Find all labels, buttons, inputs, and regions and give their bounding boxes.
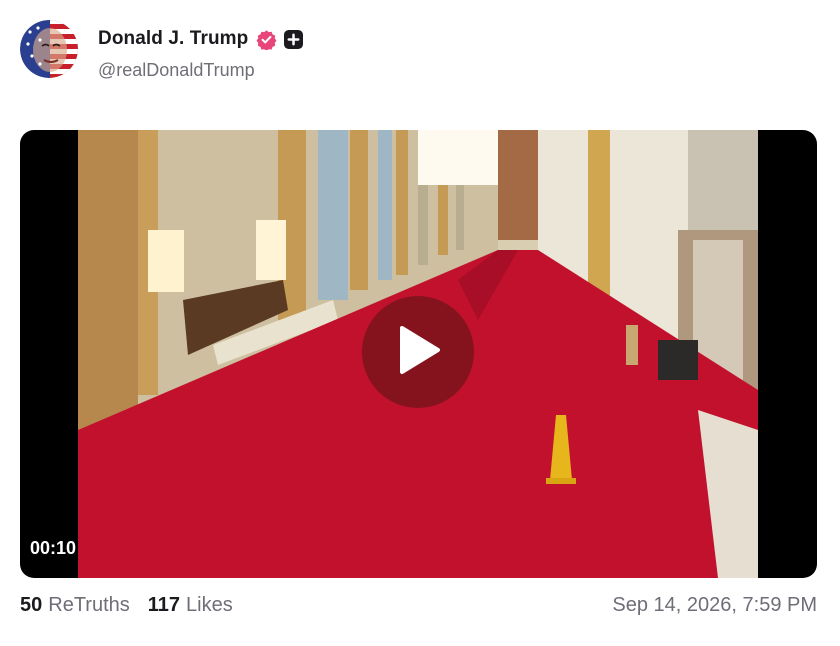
post-date[interactable]: Sep 14, 2026, 7:59 PM bbox=[612, 594, 817, 617]
play-icon bbox=[394, 324, 442, 381]
retruths-stat[interactable]: 50 ReTruths bbox=[20, 594, 130, 617]
retruths-count: 50 bbox=[20, 594, 43, 616]
post-header: Donald J. Trump @realDonaldTrump bbox=[20, 20, 304, 82]
retruths-label: ReTruths bbox=[48, 594, 130, 616]
play-button[interactable] bbox=[362, 296, 474, 408]
likes-label: Likes bbox=[186, 594, 233, 616]
plus-badge-icon bbox=[284, 29, 304, 49]
likes-stat[interactable]: 117 Likes bbox=[148, 594, 233, 617]
video-duration: 00:10 bbox=[30, 538, 77, 558]
likes-count: 117 bbox=[147, 594, 181, 616]
verified-badge-icon bbox=[256, 29, 277, 51]
handle[interactable]: @realDonaldTrump bbox=[98, 60, 303, 81]
avatar[interactable] bbox=[20, 20, 78, 78]
engagement-stats: 50 ReTruths 117 Likes bbox=[20, 594, 251, 617]
video-player[interactable] bbox=[20, 130, 817, 578]
display-name[interactable]: Donald J. Trump bbox=[98, 28, 248, 50]
author-block: Donald J. Trump @realDonaldTrump bbox=[98, 26, 304, 81]
name-row: Donald J. Trump bbox=[98, 26, 304, 52]
